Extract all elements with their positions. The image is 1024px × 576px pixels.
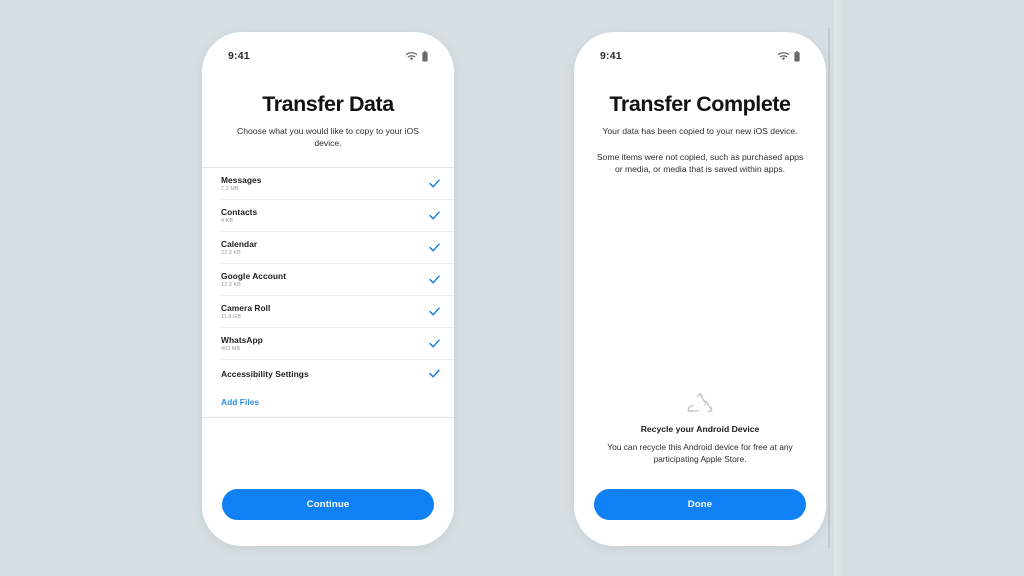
recycle-block: Recycle your Android Device You can recy… <box>574 392 826 465</box>
recycle-title: Recycle your Android Device <box>640 423 760 434</box>
list-item[interactable]: Messages 7.2 MB <box>202 168 454 199</box>
list-item-text: Google Account 12.3 KB <box>221 271 286 288</box>
phone-mockup-transfer-data: 9:41 Transfer Data Choose what you would… <box>202 32 454 546</box>
wifi-icon <box>406 51 417 61</box>
screen-transfer-data: 9:41 Transfer Data Choose what you would… <box>202 32 454 546</box>
page-subtitle: Choose what you would like to copy to yo… <box>237 126 419 149</box>
list-item-label: Google Account <box>221 271 287 282</box>
add-files-label: Add Files <box>221 397 260 408</box>
page-title: Transfer Complete <box>609 92 791 116</box>
checkmark-icon[interactable] <box>429 211 440 220</box>
page-title: Transfer Data <box>262 92 394 116</box>
list-item-size: 4 KB <box>221 218 234 225</box>
list-item-size: 7.2 MB <box>221 186 239 193</box>
list-item-label: Camera Roll <box>221 303 271 314</box>
cta-container: Continue <box>202 489 454 546</box>
heading-block: Transfer Data Choose what you would like… <box>202 70 454 149</box>
list-item-text: Camera Roll 11.8 GB <box>221 303 270 320</box>
list-item-text: Calendar 22.3 KB <box>221 239 257 256</box>
heading-block: Transfer Complete Your data has been cop… <box>574 70 826 176</box>
list-item-label: Messages <box>221 175 262 186</box>
list-item-size: 463 MB <box>221 346 241 353</box>
page-subtitle: Your data has been copied to your new iO… <box>602 126 798 137</box>
status-icons <box>406 50 428 62</box>
status-bar: 9:41 <box>574 32 826 70</box>
checkmark-icon[interactable] <box>429 243 440 252</box>
list-item-text: Contacts 4 KB <box>221 207 257 224</box>
background-edge-highlight <box>834 0 844 576</box>
list-item[interactable]: Contacts 4 KB <box>202 200 454 231</box>
phone-mockup-transfer-complete: 9:41 Transfer Complete Your data has bee… <box>574 32 826 546</box>
list-item[interactable]: Google Account 12.3 KB <box>202 264 454 295</box>
list-item[interactable]: Camera Roll 11.8 GB <box>202 296 454 327</box>
background-edge-line <box>828 28 830 548</box>
list-item-label: Contacts <box>221 207 258 218</box>
screenshot-stage: 9:41 Transfer Data Choose what you would… <box>0 0 1024 576</box>
continue-button[interactable]: Continue <box>222 489 434 520</box>
battery-full-icon <box>794 50 800 62</box>
list-item-text: WhatsApp 463 MB <box>221 335 263 352</box>
list-item[interactable]: WhatsApp 463 MB <box>202 328 454 359</box>
status-icons <box>778 50 800 62</box>
status-bar: 9:41 <box>202 32 454 70</box>
list-item[interactable]: Accessibility Settings <box>202 360 454 387</box>
page-note: Some items were not copied, such as purc… <box>596 152 804 175</box>
list-item-label: Calendar <box>221 239 258 250</box>
list-item-label: Accessibility Settings <box>221 368 309 379</box>
battery-full-icon <box>422 50 428 62</box>
list-item[interactable]: Calendar 22.3 KB <box>202 232 454 263</box>
list-item-label: WhatsApp <box>221 335 263 346</box>
status-time: 9:41 <box>228 50 250 62</box>
list-item-text: Accessibility Settings <box>221 369 309 379</box>
screen-transfer-complete: 9:41 Transfer Complete Your data has bee… <box>574 32 826 546</box>
list-body: Messages 7.2 MB Contacts 4 KB Calendar 22.3 K… <box>202 168 454 387</box>
checkmark-icon[interactable] <box>429 307 440 316</box>
list-item-text: Messages 7.2 MB <box>221 175 261 192</box>
list-item-size: 22.3 KB <box>221 250 241 257</box>
checkmark-icon[interactable] <box>429 275 440 284</box>
done-button[interactable]: Done <box>594 489 806 520</box>
checkmark-icon[interactable] <box>429 179 440 188</box>
list-item-size: 11.8 GB <box>221 314 242 321</box>
transfer-items-list: Messages 7.2 MB Contacts 4 KB Calendar 22.3 K… <box>202 167 454 419</box>
wifi-icon <box>778 51 789 61</box>
status-time: 9:41 <box>600 50 622 62</box>
checkmark-icon[interactable] <box>429 369 440 378</box>
recycle-icon <box>596 392 804 417</box>
add-files-row[interactable]: Add Files <box>202 387 454 417</box>
list-item-size: 12.3 KB <box>221 282 241 289</box>
checkmark-icon[interactable] <box>429 339 440 348</box>
recycle-text: You can recycle this Android device for … <box>607 441 793 464</box>
cta-container: Done <box>574 465 826 546</box>
